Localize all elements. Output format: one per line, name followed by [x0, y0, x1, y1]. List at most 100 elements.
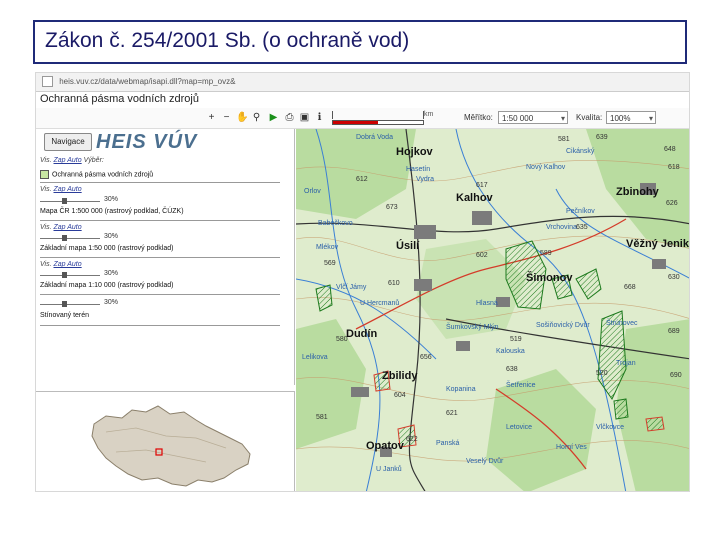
map-place-label: Cikánský [566, 148, 595, 155]
map-place-label: U Hercmanů [360, 299, 399, 307]
app-screenshot: heis.vuv.cz/data/webmap/isapi.dll?map=mp… [35, 72, 690, 492]
map-place-label: Babečkovo [318, 220, 353, 227]
map-place-label: Úsilí [396, 239, 420, 252]
spot-height-label: 648 [664, 146, 676, 153]
map-place-label: Štrúnovec [606, 318, 638, 327]
map-place-label: Zbilidy [382, 370, 418, 382]
map-place-label: Šetřenice [506, 380, 536, 389]
binoculars-icon[interactable]: ⚲ [251, 112, 262, 123]
opacity-slider[interactable] [40, 272, 100, 280]
spot-height-label: 581 [316, 414, 328, 421]
layer-visibility-row[interactable]: Vis. Zap Auto [40, 224, 82, 231]
spot-height-label: 520 [596, 370, 608, 377]
select-arrow-icon[interactable]: ▶ [268, 112, 279, 123]
spot-height-label: 630 [668, 274, 680, 281]
quality-select[interactable]: 100% [606, 111, 656, 125]
opacity-slider[interactable] [40, 198, 100, 206]
slider-knob[interactable] [62, 301, 67, 307]
spot-height-label: 589 [540, 250, 552, 257]
opacity-slider[interactable] [40, 301, 100, 309]
scale-bar-ticks [332, 111, 424, 119]
map-place-label: Hojkov [396, 146, 434, 158]
app-title: Ochranná pásma vodních zdrojů [40, 93, 199, 105]
print-icon[interactable]: ⎙ [284, 112, 295, 123]
spot-height-label: 602 [476, 252, 488, 259]
slide-title-box: Zákon č. 254/2001 Sb. (o ochraně vod) [33, 20, 687, 64]
zoom-out-icon[interactable]: − [221, 112, 232, 123]
map-place-label: Veselý Dvůr [466, 457, 504, 465]
map-place-label: Zbinohy [616, 186, 660, 198]
scale-label: Měřítko: [464, 113, 493, 122]
browser-url: heis.vuv.cz/data/webmap/isapi.dll?map=mp… [59, 77, 236, 86]
scale-unit: km [424, 111, 434, 118]
map-place-label: Mlékov [316, 244, 339, 251]
layer-item[interactable]: Stínovaný terén [40, 312, 89, 319]
browser-address-bar[interactable]: heis.vuv.cz/data/webmap/isapi.dll?map=mp… [36, 73, 689, 92]
map-place-label: Horní Ves [556, 444, 587, 451]
info-icon[interactable]: ℹ [314, 112, 325, 123]
layer-checkbox[interactable] [40, 170, 49, 179]
layer-visibility-row[interactable]: Vis. Zap Auto [40, 186, 82, 193]
opacity-slider[interactable] [40, 235, 100, 243]
divider [40, 294, 280, 295]
spot-height-label: 604 [394, 392, 406, 399]
slider-knob[interactable] [62, 235, 67, 241]
spot-height-label: 612 [356, 176, 368, 183]
scale-select[interactable]: 1:50 000 [498, 111, 568, 125]
overview-map[interactable] [36, 391, 295, 491]
map-place-label: Vydra [416, 176, 434, 183]
spot-height-label: 690 [670, 372, 682, 379]
map-place-label: Opatov [366, 440, 405, 452]
visibility-mode[interactable]: Zap Auto [54, 186, 82, 193]
spot-height-label: 580 [336, 336, 348, 343]
divider [40, 220, 280, 221]
visibility-mode[interactable]: Zap Auto [54, 261, 82, 268]
save-disk-icon[interactable]: ▣ [299, 112, 310, 123]
scale-bar: km [332, 111, 442, 125]
layer-item[interactable]: Základní mapa 1:50 000 (rastrový podklad… [40, 245, 173, 252]
opacity-percent: 30% [104, 233, 119, 240]
spot-height-label: 635 [576, 224, 588, 231]
layer-label: Ochranná pásma vodních zdrojů [52, 171, 154, 179]
visibility-label: Vis. [40, 157, 52, 164]
layer-visibility-row[interactable]: Vis. Zap Auto Výběr: [40, 157, 104, 164]
divider [40, 182, 280, 183]
visibility-mode[interactable]: Zap Auto [54, 224, 82, 231]
pan-hand-icon[interactable]: ✋ [236, 112, 248, 123]
spot-height-label: 621 [446, 410, 458, 417]
map-place-label: Kalouska [496, 348, 525, 355]
map-place-label: Dobrá Voda [356, 134, 393, 141]
slider-knob[interactable] [62, 272, 67, 278]
spot-height-label: 626 [666, 200, 678, 207]
divider [40, 257, 280, 258]
spot-height-label: 656 [420, 354, 432, 361]
map-place-label: Šumkovský Mlýn [446, 322, 499, 331]
layer-item[interactable]: Mapa ČR 1:500 000 (rastrový podklad, ČÚZ… [40, 208, 184, 215]
topographic-map[interactable]: Hojkov Vydra Kalhov Zbinohy Úsilí Věžný Jenik… [296, 129, 689, 491]
map-place-label: Orlov [304, 188, 321, 195]
layer-item[interactable]: Základní mapa 1:10 000 (rastrový podklad… [40, 282, 173, 289]
visibility-mode[interactable]: Zap Auto [54, 157, 82, 164]
map-place-label: Trojan [616, 360, 636, 367]
spot-height-label: 581 [558, 136, 570, 143]
selection-label: Výběr: [83, 157, 104, 164]
map-place-label: Lelikova [302, 354, 328, 361]
spot-height-label: 569 [324, 260, 336, 267]
slider-knob[interactable] [62, 198, 67, 204]
layer-visibility-row[interactable]: Vis. Zap Auto [40, 261, 82, 268]
spot-height-label: 519 [510, 336, 522, 343]
zoom-in-icon[interactable]: + [206, 112, 217, 123]
spot-height-label: 689 [668, 328, 680, 335]
layer-item[interactable]: Ochranná pásma vodních zdrojů [40, 170, 153, 179]
map-place-label: Sošiňovický Dvůr [536, 321, 590, 329]
scale-bar-fill [332, 120, 424, 125]
map-toolbar: + − ✋ ⚲ ▶ ⎙ ▣ ℹ km Měřítko: 1:50 000 Kva… [36, 108, 689, 129]
map-place-label: Šimonov [526, 271, 573, 284]
layers-panel: Navigace HEIS VÚV Vis. Zap Auto Výběr: O… [36, 129, 295, 385]
visibility-label: Vis. [40, 224, 52, 231]
visibility-label: Vis. [40, 261, 52, 268]
map-place-label: Hlasná [476, 300, 498, 307]
spot-height-label: 673 [386, 204, 398, 211]
topographic-map-graphic: Hojkov Vydra Kalhov Zbinohy Úsilí Věžný Jenik… [296, 129, 689, 491]
navigation-button[interactable]: Navigace [44, 133, 92, 151]
